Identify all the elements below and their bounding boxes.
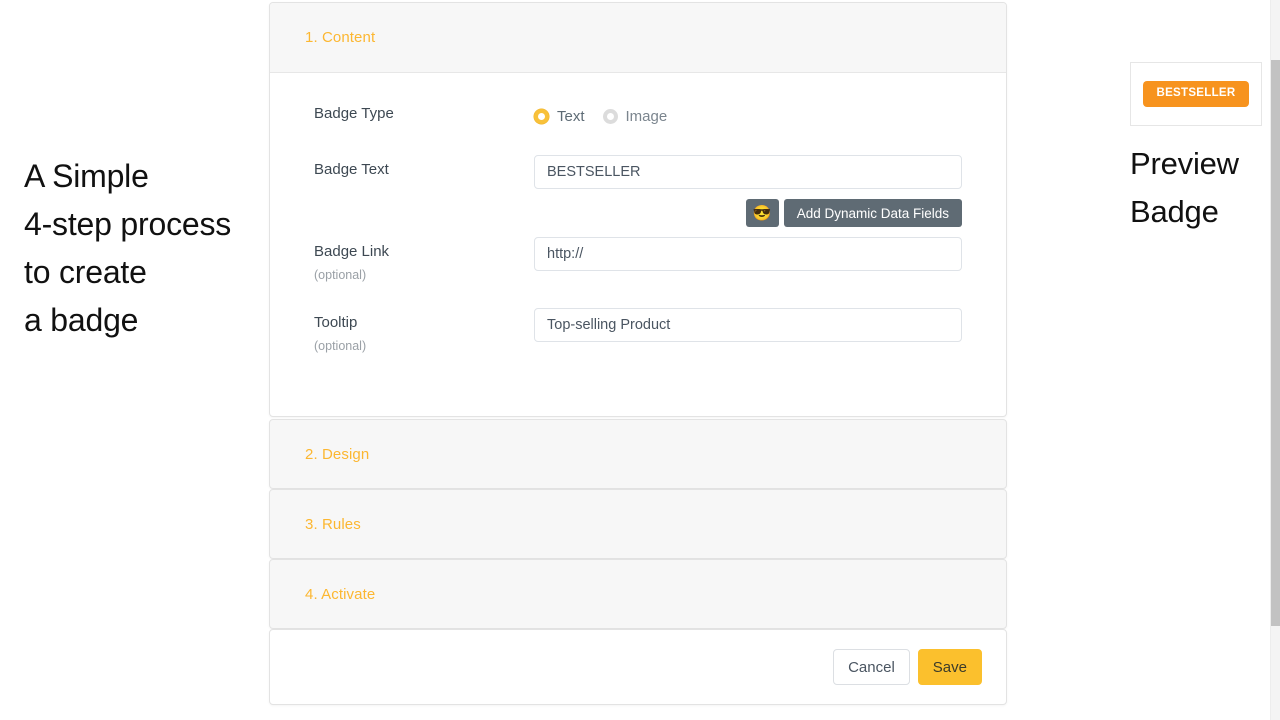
step-title-content: 1. Content: [305, 29, 375, 46]
preview-badge-box: BESTSELLER: [1130, 62, 1262, 126]
radio-option-image[interactable]: Image: [603, 108, 668, 125]
left-caption-line-2: 4-step process: [24, 200, 268, 248]
badge-type-label-col: Badge Type: [292, 99, 534, 124]
left-caption: A Simple 4-step process to create a badg…: [24, 152, 268, 344]
step-header-rules[interactable]: 3. Rules: [269, 489, 1007, 559]
app-root: A Simple 4-step process to create a badg…: [0, 0, 1280, 720]
badge-text-field-col: 😎 Add Dynamic Data Fields: [534, 155, 984, 227]
badge-type-field-col: Text Image: [534, 99, 984, 129]
badge-link-input[interactable]: [534, 237, 962, 271]
step-title-rules: 3. Rules: [305, 516, 361, 533]
radio-label-image: Image: [626, 108, 668, 125]
smiling-face-with-sunglasses-icon: 😎: [753, 206, 772, 221]
tooltip-field-col: [534, 308, 984, 342]
radio-option-text[interactable]: Text: [534, 108, 585, 125]
save-button[interactable]: Save: [918, 649, 982, 685]
badge-type-radio-group: Text Image: [534, 99, 962, 129]
form-row-badge-link: Badge Link (optional): [292, 237, 984, 284]
tooltip-input[interactable]: [534, 308, 962, 342]
badge-wizard: 1. Content Badge Type Text: [269, 0, 1007, 706]
emoji-picker-button[interactable]: 😎: [746, 199, 779, 227]
preview-panel: BESTSELLER Preview Badge: [1130, 62, 1262, 236]
badge-text-input[interactable]: [534, 155, 962, 189]
page-scrollbar-thumb[interactable]: [1271, 60, 1280, 626]
form-row-badge-type: Badge Type Text Image: [292, 99, 984, 129]
step-header-activate[interactable]: 4. Activate: [269, 559, 1007, 629]
badge-text-label: Badge Text: [314, 160, 534, 180]
form-row-tooltip: Tooltip (optional): [292, 308, 984, 355]
step-header-content[interactable]: 1. Content: [270, 3, 1006, 73]
preview-caption: Preview Badge: [1130, 140, 1262, 236]
radio-selected-icon[interactable]: [534, 109, 549, 124]
tooltip-label-col: Tooltip (optional): [292, 308, 534, 355]
badge-link-field-col: [534, 237, 984, 271]
cancel-button[interactable]: Cancel: [833, 649, 910, 685]
badge-link-label-col: Badge Link (optional): [292, 237, 534, 284]
radio-unselected-icon[interactable]: [603, 109, 618, 124]
tooltip-optional-note: (optional): [314, 337, 534, 355]
step-content-body: Badge Type Text Image: [270, 73, 1006, 365]
left-caption-line-3: to create: [24, 248, 268, 296]
add-dynamic-data-fields-button[interactable]: Add Dynamic Data Fields: [784, 199, 962, 227]
form-row-badge-text: Badge Text 😎 Add Dynamic Data Fields: [292, 155, 984, 227]
dynamic-fields-row: 😎 Add Dynamic Data Fields: [534, 199, 962, 227]
badge-type-label: Badge Type: [314, 104, 534, 124]
preview-caption-line-2: Badge: [1130, 188, 1262, 236]
left-caption-line-4: a badge: [24, 296, 268, 344]
step-title-activate: 4. Activate: [305, 586, 375, 603]
badge-link-optional-note: (optional): [314, 266, 534, 284]
preview-badge-chip: BESTSELLER: [1143, 81, 1248, 107]
step-title-design: 2. Design: [305, 446, 369, 463]
badge-link-label: Badge Link: [314, 242, 534, 262]
radio-label-text: Text: [557, 108, 585, 125]
wizard-footer: Cancel Save: [269, 629, 1007, 705]
step-content-panel: 1. Content Badge Type Text: [269, 2, 1007, 417]
step-header-design[interactable]: 2. Design: [269, 419, 1007, 489]
preview-caption-line-1: Preview: [1130, 140, 1262, 188]
badge-text-label-col: Badge Text: [292, 155, 534, 180]
left-caption-line-1: A Simple: [24, 152, 268, 200]
page-scrollbar-track[interactable]: [1270, 0, 1280, 720]
tooltip-label: Tooltip: [314, 313, 534, 333]
